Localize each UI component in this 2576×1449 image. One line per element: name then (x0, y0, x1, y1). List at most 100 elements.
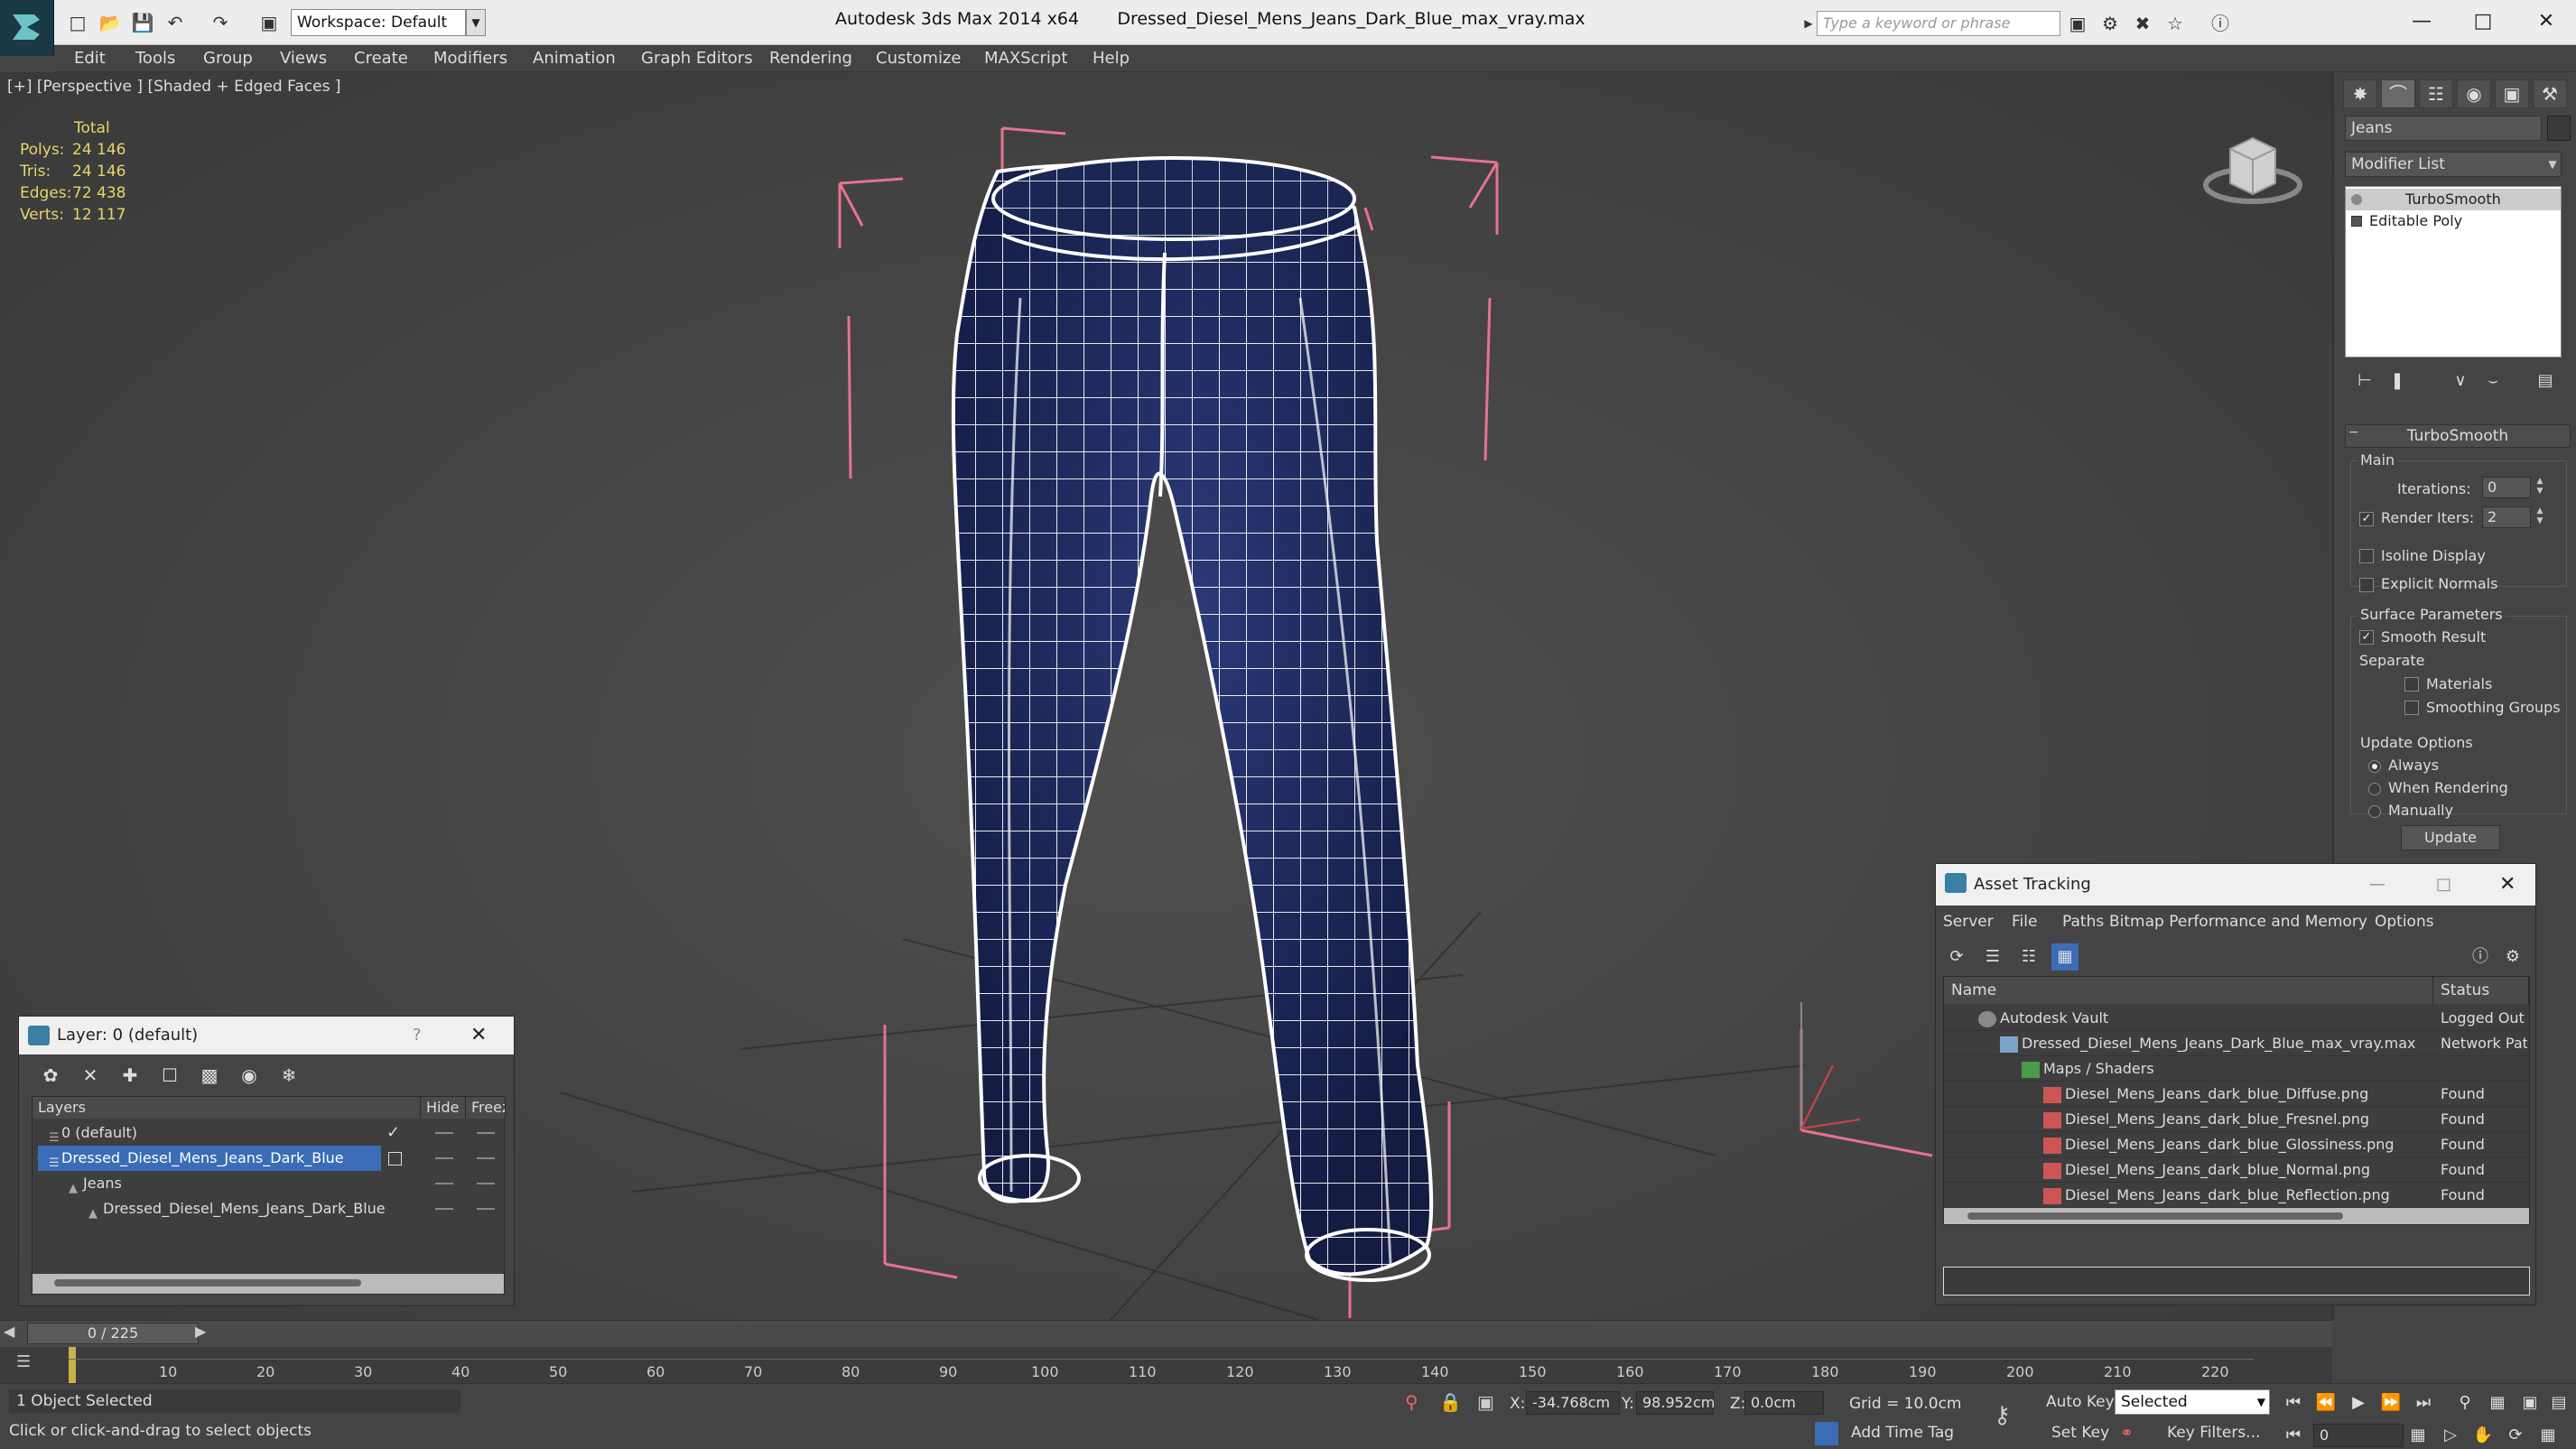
x-coord-field[interactable]: -34.768cm (1526, 1391, 1620, 1415)
lightbulb-icon[interactable] (2351, 216, 2362, 227)
stack-item-turbosmooth[interactable]: TurboSmooth (2346, 189, 2561, 210)
modifier-list-arrow-icon[interactable]: ▼ (2543, 152, 2562, 177)
layer-row[interactable]: 0 (default) ☰ ✓ (33, 1120, 504, 1146)
iterations-spinner-arrows-icon[interactable]: ▲ ▼ (2533, 477, 2547, 498)
zoom-icon[interactable]: ⚲ (2452, 1391, 2478, 1415)
column-header-name[interactable]: Name (1944, 977, 2433, 1004)
time-slider[interactable]: 0 / 225 (27, 1323, 199, 1344)
freeze-all-icon[interactable]: ❄ (275, 1062, 302, 1089)
binoculars-icon[interactable]: ▣ (2064, 11, 2091, 36)
layer-dialog-title-bar[interactable]: Layer: 0 (default) ? ✕ (19, 1017, 514, 1054)
key-filters-button[interactable]: Key Filters... (2167, 1424, 2260, 1442)
make-unique-icon[interactable]: ∨ (2448, 368, 2473, 394)
display-tab-icon[interactable]: ▣ (2495, 79, 2529, 108)
tree-view-icon[interactable]: ☷ (2015, 943, 2042, 971)
current-frame-field[interactable]: 0 (2313, 1424, 2404, 1447)
auto-key-button[interactable]: Auto Key (2046, 1393, 2115, 1411)
pan-icon[interactable]: ✋ (2470, 1424, 2496, 1447)
always-radio[interactable] (2368, 760, 2381, 773)
hierarchy-tab-icon[interactable]: ☷ (2419, 79, 2453, 108)
search-expand-icon[interactable]: ▶ (1800, 11, 1817, 36)
motion-tab-icon[interactable]: ◉ (2457, 79, 2491, 108)
menu-help[interactable]: Help (1093, 49, 1130, 68)
column-header-hide[interactable]: Hide (421, 1097, 466, 1119)
prev-frame-icon[interactable]: ◀ (4, 1323, 14, 1340)
add-time-tag-button[interactable]: Add Time Tag (1851, 1424, 1954, 1442)
create-tab-icon[interactable]: ✸ (2343, 79, 2377, 108)
asset-row[interactable]: Autodesk Vault Logged Out (1944, 1006, 2529, 1031)
asset-row[interactable]: Diesel_Mens_Jeans_dark_blue_Fresnel.png … (1944, 1107, 2529, 1132)
undo-icon[interactable]: ↶ (163, 11, 188, 34)
go-to-start-icon[interactable]: ⏮ (2281, 1391, 2306, 1415)
help-icon[interactable]: ? (413, 1017, 422, 1054)
menu-graph-editors[interactable]: Graph Editors (641, 49, 753, 68)
time-slider-bar[interactable]: ◀ 0 / 225 ▶ (0, 1320, 2332, 1347)
table-view-icon[interactable]: ▦ (2051, 943, 2078, 971)
open-file-icon[interactable]: 📂 (98, 11, 123, 34)
turbosmooth-rollout-header[interactable]: TurboSmooth (2345, 424, 2571, 448)
viewport-label[interactable]: [+] [Perspective ] [Shaded + Edged Faces… (7, 78, 340, 96)
next-frame-icon[interactable]: ⏩ (2378, 1391, 2404, 1415)
menu-modifiers[interactable]: Modifiers (433, 49, 507, 68)
field-of-view-icon[interactable]: ▷ (2438, 1424, 2463, 1447)
freeze-toggle[interactable] (477, 1132, 495, 1134)
key-mode-icon[interactable]: ⏮ (2281, 1424, 2306, 1447)
highlight-layer-icon[interactable]: ▩ (196, 1062, 223, 1089)
go-to-end-icon[interactable]: ⏭ (2411, 1391, 2436, 1415)
menu-create[interactable]: Create (354, 49, 408, 68)
y-coord-field[interactable]: 98.952cm (1636, 1391, 1715, 1415)
lightbulb-icon[interactable] (2351, 194, 2362, 205)
menu-rendering[interactable]: Rendering (769, 49, 852, 68)
absolute-mode-icon[interactable]: ▣ (1477, 1391, 1494, 1413)
menu-customize[interactable]: Customize (876, 49, 961, 68)
smooth-result-checkbox[interactable]: ✓ (2359, 630, 2374, 645)
subscription-icon[interactable]: ⚙ (2097, 11, 2124, 36)
selection-lock-icon[interactable]: 🔒 (1439, 1391, 1462, 1413)
menu-paths[interactable]: Paths (2062, 913, 2104, 931)
modify-tab-icon[interactable]: ⌒ (2381, 79, 2415, 108)
isolate-selection-icon[interactable]: ⚲ (1405, 1391, 1418, 1413)
iterations-spinner[interactable]: 0 (2482, 477, 2531, 498)
redo-icon[interactable]: ↷ (208, 11, 233, 34)
workspace-dropdown[interactable]: Workspace: Default (291, 9, 466, 36)
orbit-icon[interactable]: ⟳ (2503, 1424, 2528, 1447)
hide-toggle[interactable] (435, 1132, 453, 1134)
menu-maxscript[interactable]: MAXScript (984, 49, 1067, 68)
zoom-extents-all-icon[interactable]: ▤ (2546, 1391, 2571, 1415)
column-header-freeze[interactable]: Freez (466, 1097, 506, 1119)
create-layer-icon[interactable]: ✿ (37, 1062, 64, 1089)
object-name-field[interactable]: Jeans (2345, 116, 2542, 141)
asset-row[interactable]: Diesel_Mens_Jeans_dark_blue_Glossiness.p… (1944, 1132, 2529, 1157)
render-iters-spinner-arrows-icon[interactable]: ▲ ▼ (2533, 506, 2547, 528)
stack-item-editable-poly[interactable]: Editable Poly (2346, 210, 2561, 232)
zoom-extents-icon[interactable]: ▣ (2517, 1391, 2543, 1415)
help-icon[interactable]: ⓘ (2467, 943, 2494, 971)
column-header-status[interactable]: Status (2433, 977, 2529, 1004)
z-coord-field[interactable]: 0.0cm (1744, 1391, 1824, 1415)
time-config-icon[interactable]: ▦ (2405, 1424, 2431, 1447)
workspace-dropdown-arrow[interactable]: ▼ (466, 9, 486, 36)
asset-row[interactable]: Diesel_Mens_Jeans_dark_blue_Reflection.p… (1944, 1183, 2529, 1208)
manually-radio[interactable] (2368, 805, 2381, 818)
set-key-button[interactable]: Set Key (2051, 1424, 2109, 1442)
save-file-icon[interactable]: 💾 (130, 11, 155, 34)
asset-row[interactable]: Diesel_Mens_Jeans_dark_blue_Normal.png F… (1944, 1157, 2529, 1183)
maximize-icon[interactable]: □ (2456, 4, 2510, 40)
list-view-icon[interactable]: ☰ (1979, 943, 2006, 971)
minimize-icon[interactable]: — (2369, 864, 2385, 906)
menu-server[interactable]: Server (1943, 913, 1994, 931)
remove-modifier-icon[interactable]: ⌣ (2480, 368, 2506, 394)
layer-name[interactable]: 0 (default) (38, 1120, 399, 1146)
favorites-star-icon[interactable]: ☆ (2162, 11, 2189, 36)
add-to-layer-icon[interactable]: ✚ (116, 1062, 144, 1089)
mini-curve-editor-icon[interactable]: ☰ (16, 1352, 31, 1371)
select-objects-icon[interactable]: ☐ (156, 1062, 183, 1089)
horizontal-scrollbar[interactable] (1944, 1208, 2529, 1224)
object-name[interactable]: Dressed_Diesel_Mens_Jeans_Dark_Blue (79, 1196, 441, 1221)
viewcube-icon[interactable] (2199, 113, 2307, 212)
asset-path-field[interactable] (1943, 1267, 2530, 1296)
asset-row[interactable]: Maps / Shaders (1944, 1056, 2529, 1082)
show-end-result-icon[interactable]: ❚ (2385, 368, 2410, 394)
key-selection-dropdown[interactable]: Selected ▼ (2115, 1389, 2270, 1415)
communication-icon[interactable]: ✖ (2129, 11, 2156, 36)
